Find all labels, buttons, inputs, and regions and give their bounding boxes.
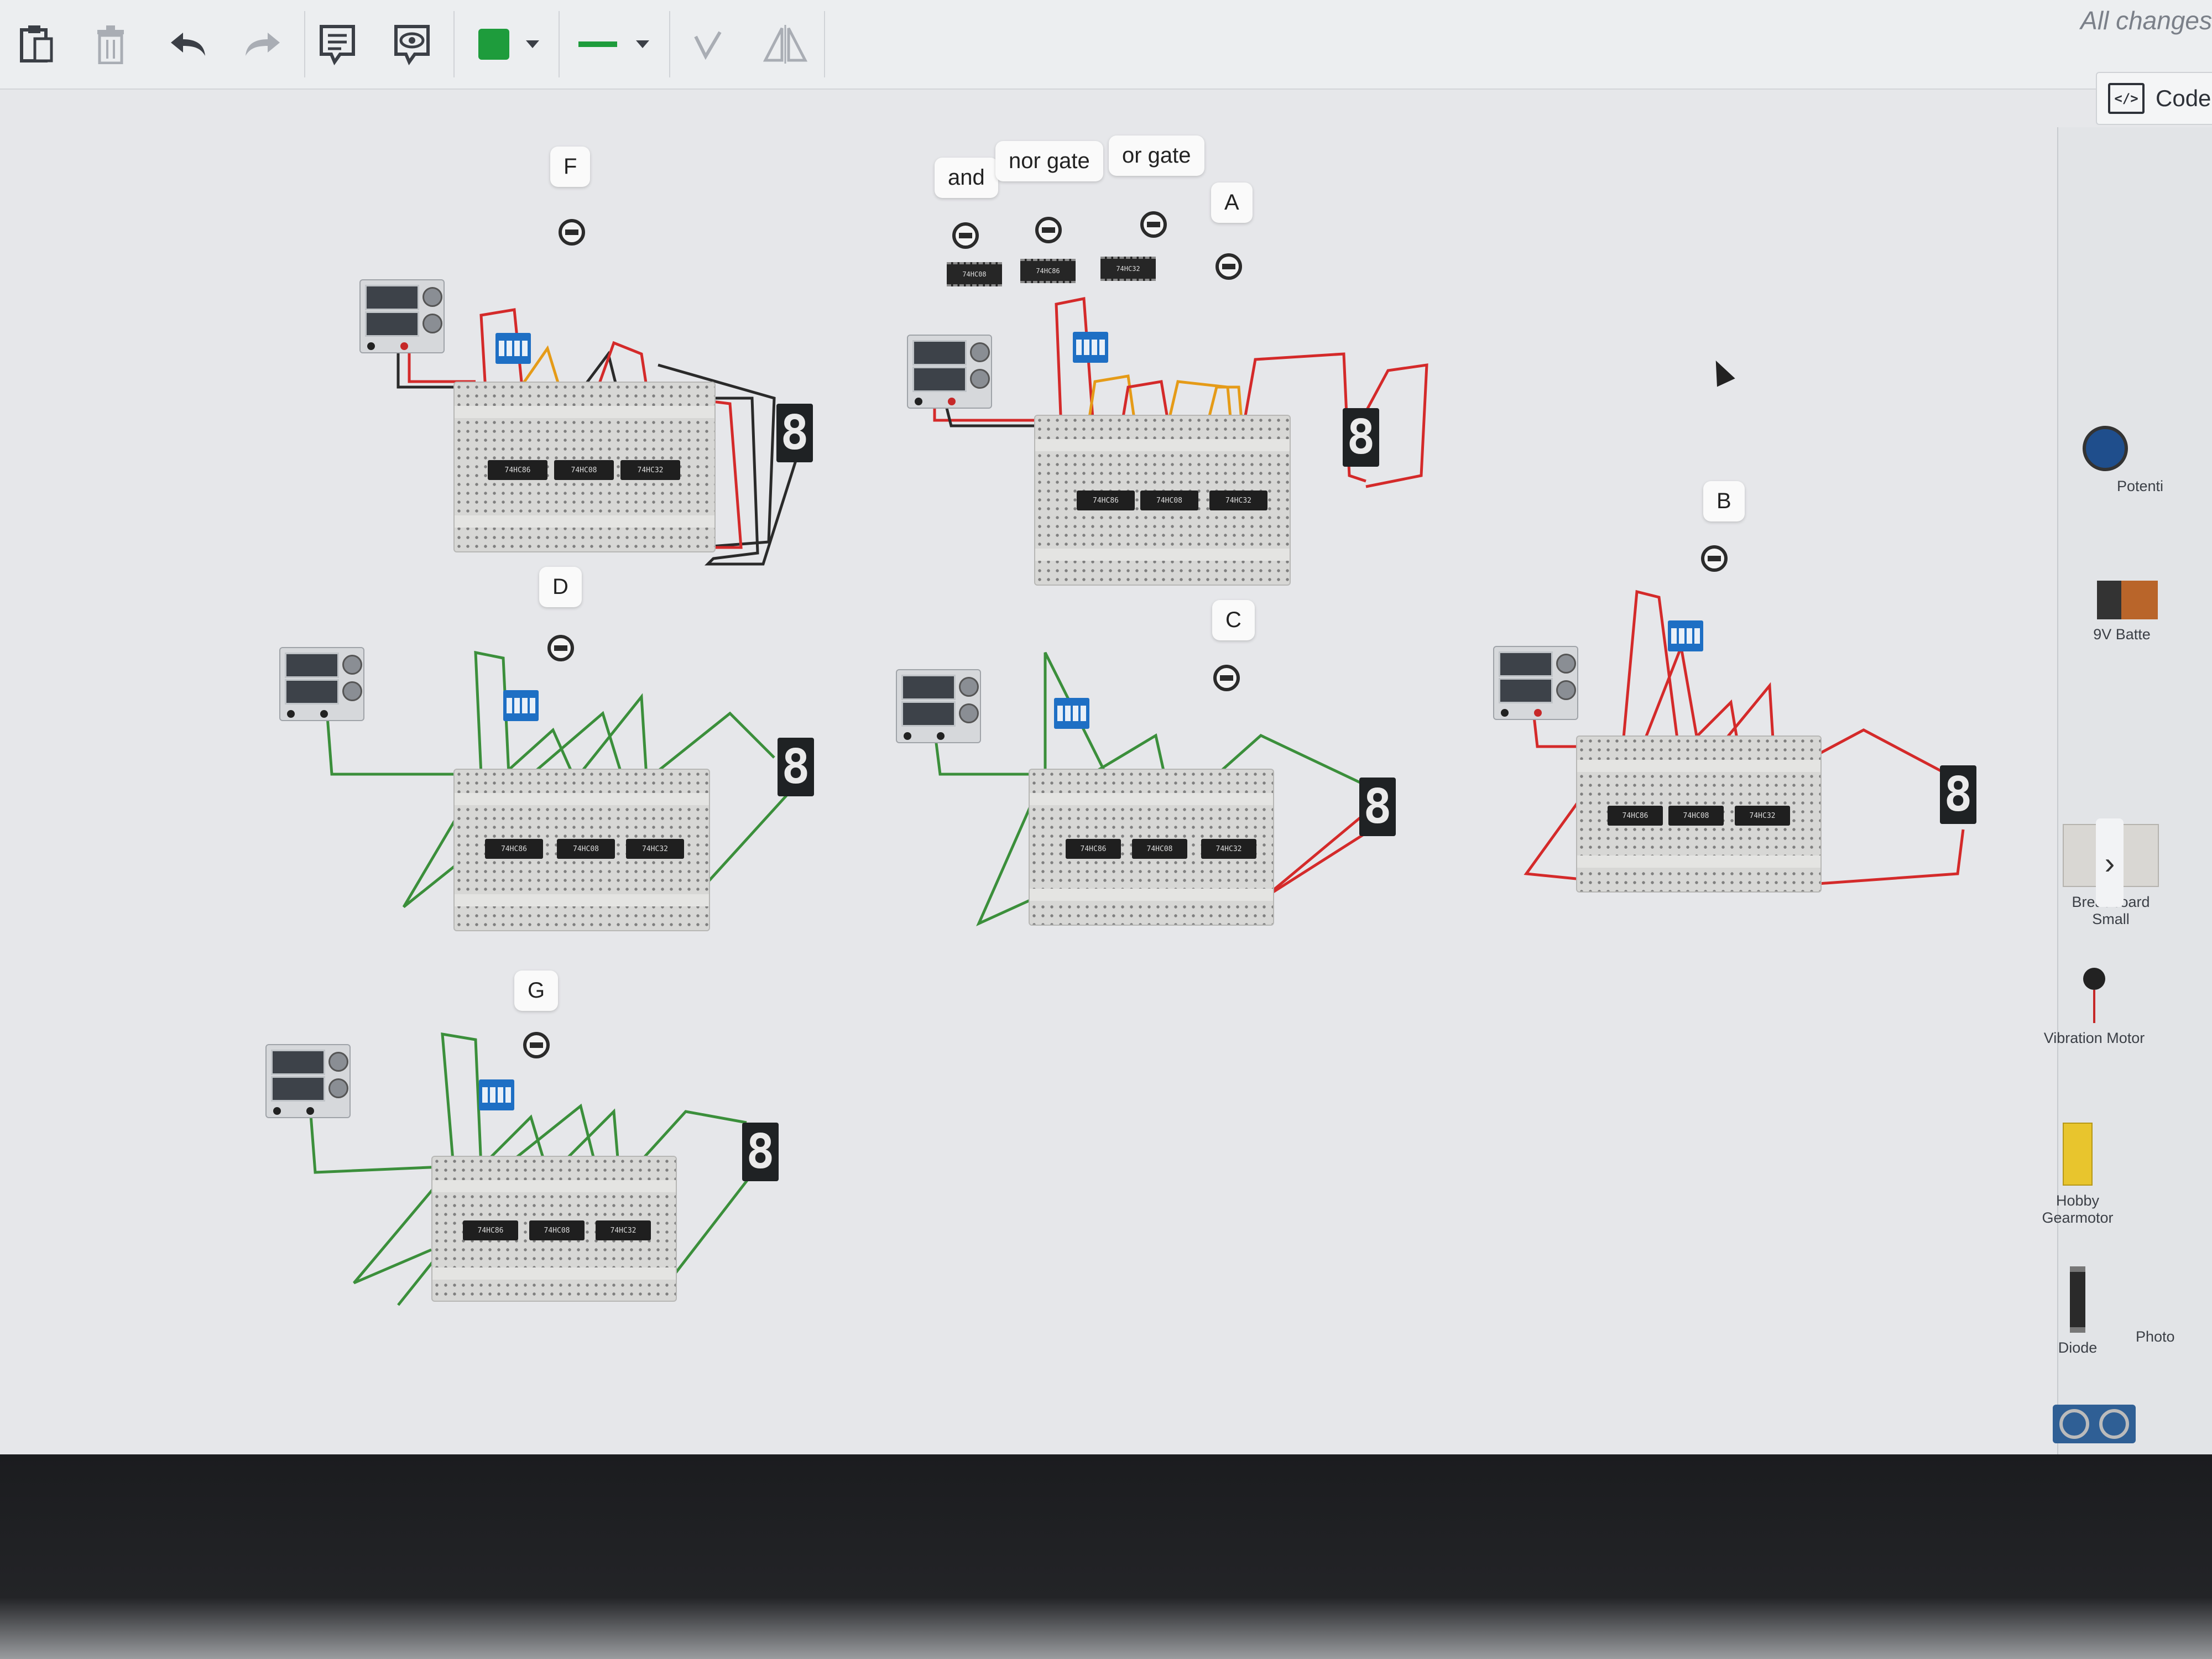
circuit-canvas[interactable]: F and nor gate or gate A 74HC08 74HC86 7… (0, 0, 2057, 1454)
component-photo[interactable]: Photo (2136, 1266, 2212, 1345)
chip-74HC08[interactable]: 74HC08 (557, 839, 615, 859)
probe-nor[interactable] (1035, 217, 1062, 243)
screen: All changes </> Code F and nor gate or g… (0, 0, 2212, 1454)
chip-74HC86[interactable]: 74HC86 (485, 839, 543, 859)
save-status: All changes (2080, 6, 2212, 35)
chip-74HC08[interactable]: 74HC08 (1132, 839, 1187, 859)
probe-and[interactable] (952, 222, 979, 249)
wire[interactable] (441, 1032, 483, 1167)
power-supply[interactable] (1493, 646, 1578, 720)
label-C[interactable]: C (1212, 600, 1255, 640)
probe-G[interactable] (523, 1032, 550, 1058)
label-D[interactable]: D (539, 567, 582, 607)
dip-switch[interactable] (1668, 620, 1703, 651)
power-supply[interactable] (359, 279, 445, 353)
chip-74HC86[interactable]: 74HC86 (488, 460, 547, 480)
chip-74HC86[interactable]: 74HC86 (1020, 259, 1076, 283)
seven-segment-display: 8 (778, 738, 814, 796)
components-panel: Potenti 9V Batte Breadboard Small Vibrat… (2042, 127, 2212, 1454)
seven-segment-display: 8 (1343, 408, 1379, 467)
code-button[interactable]: </> Code (2096, 72, 2212, 125)
seven-segment-display: 8 (1359, 778, 1396, 836)
chevron-right-icon: › (2104, 845, 2115, 880)
breadboard[interactable]: 74HC86 74HC08 74HC32 (1576, 735, 1822, 893)
chip-74HC32[interactable]: 74HC32 (1209, 491, 1267, 510)
panel-collapse-toggle[interactable]: › (2096, 818, 2124, 907)
chip-74HC32[interactable]: 74HC32 (1735, 806, 1790, 826)
label-F[interactable]: F (550, 147, 591, 187)
power-supply[interactable] (896, 669, 981, 743)
dip-switch[interactable] (495, 333, 531, 364)
component-potentiometer[interactable]: Potenti (2047, 426, 2163, 495)
dip-switch[interactable] (1054, 698, 1089, 729)
chip-74HC32[interactable]: 74HC32 (1201, 839, 1256, 859)
power-supply[interactable] (907, 335, 992, 409)
component-vibration-motor[interactable]: Vibration Motor (2036, 968, 2152, 1047)
dip-switch[interactable] (479, 1079, 514, 1110)
chip-74HC08[interactable]: 74HC08 (529, 1220, 585, 1240)
wire[interactable] (1265, 812, 1367, 897)
chip-74HC32[interactable]: 74HC32 (596, 1220, 651, 1240)
label-nor-gate[interactable]: nor gate (995, 141, 1103, 181)
breadboard[interactable]: 74HC86 74HC08 74HC32 (1034, 415, 1291, 586)
chip-74HC08[interactable]: 74HC08 (947, 262, 1002, 286)
label-and[interactable]: and (935, 158, 998, 198)
probe-D[interactable] (547, 635, 574, 661)
chip-74HC86[interactable]: 74HC86 (1066, 839, 1121, 859)
probe-A[interactable] (1215, 253, 1242, 280)
code-button-label: Code (2156, 85, 2211, 111)
chip-74HC86[interactable]: 74HC86 (1077, 491, 1135, 510)
wires-layer (308, 296, 1965, 1306)
chip-74HC32[interactable]: 74HC32 (620, 460, 680, 480)
chip-74HC08[interactable]: 74HC08 (1140, 491, 1198, 510)
chip-74HC86[interactable]: 74HC86 (1608, 806, 1663, 826)
breadboard[interactable]: 74HC86 74HC08 74HC32 (1029, 769, 1274, 926)
seven-segment-display: 8 (776, 404, 813, 462)
chip-74HC08[interactable]: 74HC08 (554, 460, 614, 480)
chip-74HC86[interactable]: 74HC86 (463, 1220, 518, 1240)
component-9v-battery[interactable]: 9V Batte (2047, 581, 2163, 643)
chip-74HC32[interactable]: 74HC32 (626, 839, 684, 859)
breadboard[interactable]: 74HC86 74HC08 74HC32 (453, 769, 710, 931)
power-supply[interactable] (265, 1044, 351, 1118)
component-hobby-gearmotor[interactable]: Hobby Gearmotor (2020, 1123, 2136, 1227)
power-supply[interactable] (279, 647, 364, 721)
label-B[interactable]: B (1703, 481, 1745, 521)
probe-or[interactable] (1140, 211, 1167, 238)
probe-C[interactable] (1213, 665, 1240, 691)
breadboard[interactable]: 74HC86 74HC08 74HC32 (453, 382, 716, 552)
label-or-gate[interactable]: or gate (1109, 135, 1204, 176)
chip-74HC32[interactable]: 74HC32 (1100, 257, 1156, 281)
label-G[interactable]: G (514, 971, 559, 1011)
seven-segment-display: 8 (742, 1123, 779, 1181)
label-A[interactable]: A (1211, 182, 1253, 223)
component-ultrasonic-sensor[interactable] (2053, 1405, 2136, 1443)
wire[interactable] (662, 1166, 759, 1290)
seven-segment-display: 8 (1940, 765, 1976, 824)
probe-B[interactable] (1701, 545, 1728, 572)
dip-switch[interactable] (503, 690, 539, 721)
monitor-bezel (0, 1454, 2212, 1659)
probe-F[interactable] (559, 219, 585, 246)
code-icon: </> (2108, 83, 2145, 114)
breadboard[interactable]: 74HC86 74HC08 74HC32 (431, 1156, 677, 1302)
dip-switch[interactable] (1073, 332, 1108, 363)
component-diode[interactable]: Diode (2020, 1266, 2136, 1357)
chip-74HC08[interactable]: 74HC08 (1668, 806, 1724, 826)
wire[interactable] (1802, 829, 1965, 886)
